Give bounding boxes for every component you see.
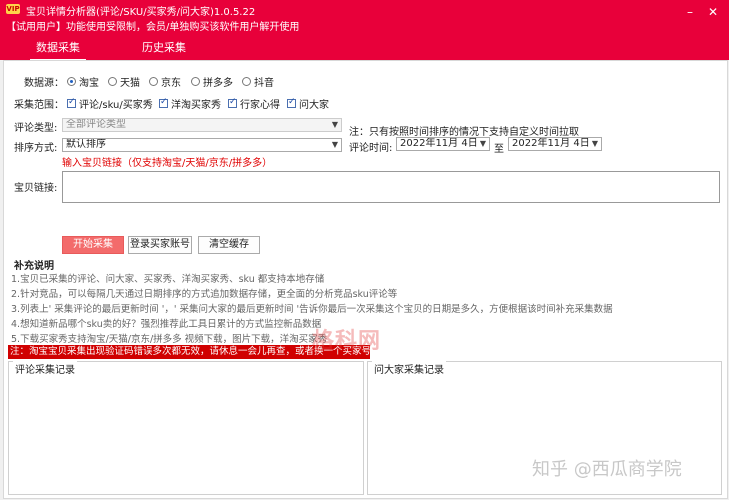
scope-questions[interactable]: 问大家 [287, 96, 329, 111]
start-collect-button[interactable]: 开始采集 [62, 236, 124, 254]
chevron-down-icon: ▼ [331, 140, 338, 149]
question-records-title: 问大家采集记录 [372, 361, 446, 376]
comment-type-select[interactable]: 全部评论类型 ▼ [62, 118, 342, 132]
comment-type-note: 注：只有按照时间排序的情况下支持自定义时间拉取 [349, 127, 579, 138]
comment-type-label: 评论类型: [14, 123, 58, 134]
chevron-down-icon: ▼ [591, 139, 598, 148]
note-line: 1.宝贝已采集的评论、问大家、买家秀、洋淘买家秀、sku 都支持本地存储 [11, 274, 325, 285]
date-separator: 至 [494, 144, 504, 155]
date-from-picker[interactable]: 2022年11月 4日 ▼ [396, 137, 490, 151]
comment-records-panel: 评论采集记录 [8, 361, 364, 495]
radio-icon [191, 77, 200, 86]
source-pdd[interactable]: 拼多多 [191, 74, 233, 89]
radio-icon [108, 77, 117, 86]
login-buyer-button[interactable]: 登录买家账号 [128, 236, 192, 254]
title-bar: VIP 宝贝详情分析器(评论/SKU/买家秀/问大家)1.0.5.22 【试用用… [0, 0, 729, 34]
sort-select[interactable]: 默认排序 ▼ [62, 138, 342, 152]
note-line: 3.列表上' 采集评论的最后更新时间 '，' 采集问大家的最后更新时间 '告诉你… [11, 304, 613, 315]
note-line: 2.针对竞品，可以每隔几天通过日期排序的方式追加数据存储，更全面的分析竞品sku… [11, 289, 398, 300]
link-label: 宝贝链接: [14, 183, 58, 194]
radio-icon [149, 77, 158, 86]
scope-label: 采集范围： [14, 100, 64, 111]
footer-watermark: 知乎 @西瓜商学院 [532, 459, 682, 480]
source-douyin[interactable]: 抖音 [242, 74, 274, 89]
date-to-picker[interactable]: 2022年11月 4日 ▼ [508, 137, 602, 151]
chevron-down-icon: ▼ [331, 120, 338, 129]
scope-yangtao[interactable]: 洋淘买家秀 [159, 96, 221, 111]
tab-bar: 数据采集 历史采集 [0, 34, 729, 61]
checkbox-icon [228, 97, 237, 108]
product-link-input[interactable] [62, 171, 720, 203]
main-panel: 数据源： 淘宝 天猫 京东 拼多多 抖音 采集范围： 评论/sku/买家秀 洋淘… [3, 60, 728, 499]
vip-badge-icon: VIP [6, 4, 20, 14]
note-line: 5.下载买家秀支持淘宝/天猫/京东/拼多多 视频下载，图片下载，洋淘买家秀 [11, 334, 328, 345]
watermark: 格科网 [312, 329, 382, 354]
scope-expert[interactable]: 行家心得 [228, 96, 280, 111]
tab-data-collection[interactable]: 数据采集 [30, 39, 86, 61]
comment-records-title: 评论采集记录 [13, 361, 77, 376]
source-label: 数据源： [24, 78, 64, 89]
close-button[interactable]: ✕ [705, 5, 721, 19]
sort-label: 排序方式: [14, 143, 58, 154]
minimize-button[interactable]: – [682, 5, 698, 19]
checkbox-icon [67, 97, 76, 108]
chevron-down-icon: ▼ [479, 139, 486, 148]
checkbox-icon [159, 97, 168, 108]
source-taobao[interactable]: 淘宝 [67, 74, 99, 89]
link-hint: 输入宝贝链接（仅支持淘宝/天猫/京东/拼多多） [62, 158, 273, 169]
tab-history[interactable]: 历史采集 [142, 39, 186, 55]
comment-time-label: 评论时间: [349, 143, 393, 154]
trial-notice: 【试用用户】功能使用受限制，会员/单独购买该软件用户解开使用 [6, 22, 300, 33]
note-line: 4.想知道新品哪个sku卖的好？强烈推荐此工具日累计的方式监控新品数据 [11, 319, 322, 330]
window-title: 宝贝详情分析器(评论/SKU/买家秀/问大家)1.0.5.22 [26, 7, 256, 18]
clear-cache-button[interactable]: 清空缓存 [198, 236, 260, 254]
source-jd[interactable]: 京东 [149, 74, 181, 89]
scope-comments[interactable]: 评论/sku/买家秀 [67, 96, 153, 111]
notes-title: 补充说明 [14, 261, 54, 272]
source-tmall[interactable]: 天猫 [108, 74, 140, 89]
checkbox-icon [287, 97, 296, 108]
radio-icon [67, 77, 76, 86]
radio-icon [242, 77, 251, 86]
